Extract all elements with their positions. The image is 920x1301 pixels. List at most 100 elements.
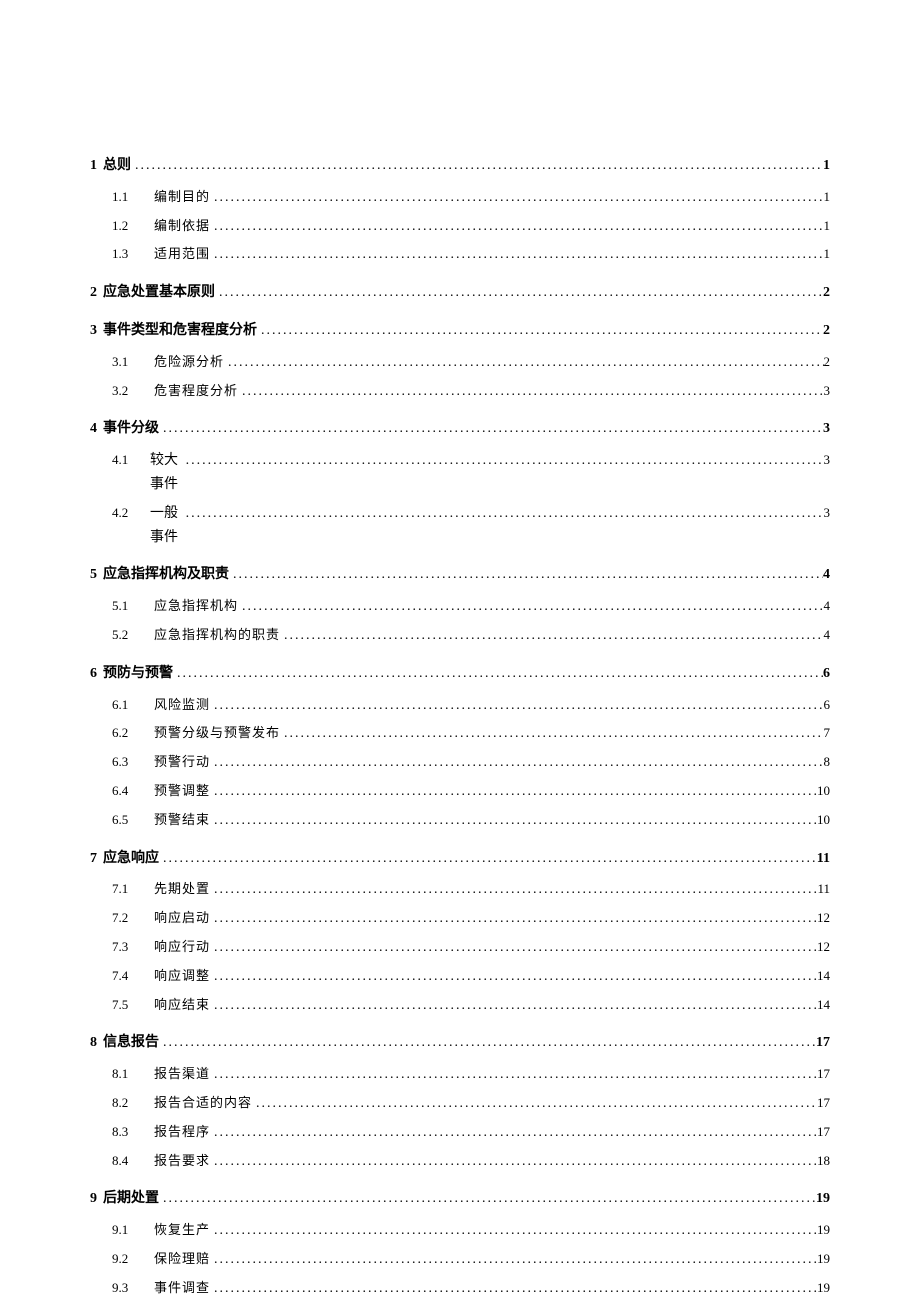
toc-entry[interactable]: 9.2保险理赔19: [90, 1248, 830, 1272]
toc-entry[interactable]: 4.1 较大事件3: [90, 449, 830, 497]
toc-entry[interactable]: 1.1编制目的 1: [90, 186, 830, 210]
toc-entry-number: 3.1: [112, 351, 148, 373]
toc-entry[interactable]: 7.2响应启动12: [90, 907, 830, 931]
toc-entry[interactable]: 6.3预警行动8: [90, 751, 830, 775]
toc-entry[interactable]: 9.1恢复生产19: [90, 1219, 830, 1243]
toc-entry-number: 6.2: [112, 722, 148, 744]
toc-entry-title: 预警结束: [148, 809, 210, 831]
toc-leader-dots: [210, 694, 823, 718]
toc-entry-page: 10: [817, 809, 830, 831]
toc-entry[interactable]: 6.4预警调整10: [90, 780, 830, 804]
toc-leader-dots: [210, 1121, 817, 1145]
toc-entry-number: 7.4: [112, 965, 148, 987]
toc-entry-title: 编制依据: [148, 215, 210, 237]
toc-entry-title: 报告渠道: [148, 1063, 210, 1085]
toc-entry-number: 3: [90, 319, 97, 343]
toc-entry-page: 2: [823, 281, 830, 305]
toc-entry-page: 1: [824, 186, 831, 208]
toc-entry[interactable]: 1总则1: [90, 154, 830, 178]
toc-entry-title: 应急指挥机构: [148, 595, 238, 617]
toc-entry-title: 响应行动: [148, 936, 210, 958]
toc-entry-title: 后期处置: [97, 1187, 159, 1211]
toc-entry[interactable]: 7.5响应结束14: [90, 994, 830, 1018]
toc-entry-number: 8.3: [112, 1121, 148, 1143]
toc-entry[interactable]: 9.3事件调查19: [90, 1277, 830, 1301]
toc-entry[interactable]: 8.2报告合适的内容17: [90, 1092, 830, 1116]
toc-entry[interactable]: 6预防与预警6: [90, 662, 830, 686]
toc-entry[interactable]: 5应急指挥机构及职责4: [90, 563, 830, 587]
toc-entry-title: 应急指挥机构及职责: [97, 563, 229, 587]
toc-entry[interactable]: 4.2 一般事件3: [90, 502, 830, 550]
toc-entry-page: 11: [817, 878, 830, 900]
toc-entry-page: 10: [817, 780, 830, 802]
toc-entry-number: 9.2: [112, 1248, 148, 1270]
toc-entry[interactable]: 7.1先期处置 11: [90, 878, 830, 902]
toc-entry-number: 7: [90, 847, 97, 871]
toc-entry-page: 12: [817, 936, 830, 958]
toc-entry-title: 应急指挥机构的职责: [148, 624, 280, 646]
toc-entry[interactable]: 3事件类型和危害程度分析2: [90, 319, 830, 343]
toc-entry[interactable]: 6.2预警分级与预警发布 7: [90, 722, 830, 746]
toc-leader-dots: [210, 878, 817, 902]
toc-leader-dots: [257, 319, 823, 343]
toc-entry-page: 17: [817, 1063, 830, 1085]
toc-entry-title: 先期处置: [148, 878, 210, 900]
toc-entry-title: 事件类型和危害程度分析: [97, 319, 257, 343]
toc-entry-title: 报告程序: [148, 1121, 210, 1143]
toc-entry[interactable]: 8信息报告17: [90, 1031, 830, 1055]
toc-entry-number: 8.2: [112, 1092, 148, 1114]
toc-entry-number: 5: [90, 563, 97, 587]
toc-entry-number: 8: [90, 1031, 97, 1055]
toc-entry[interactable]: 8.3报告程序 17: [90, 1121, 830, 1145]
toc-entry[interactable]: 3.1危险源分析2: [90, 351, 830, 375]
toc-leader-dots: [210, 965, 817, 989]
toc-entry-title: 总则: [97, 154, 131, 178]
toc-entry-number: 6.1: [112, 694, 148, 716]
toc-entry-number: 1.2: [112, 215, 148, 237]
toc-entry[interactable]: 5.1应急指挥机构4: [90, 595, 830, 619]
toc-entry-number: 1.3: [112, 243, 148, 265]
toc-leader-dots: [210, 809, 817, 833]
toc-entry-title: 编制目的: [148, 186, 210, 208]
toc-entry-title: 适用范围: [148, 243, 210, 265]
toc-leader-dots: [229, 563, 823, 587]
toc-entry[interactable]: 6.1风险监测6: [90, 694, 830, 718]
toc-entry-title: 一般事件: [148, 502, 182, 550]
toc-entry-page: 7: [824, 722, 831, 744]
toc-entry[interactable]: 5.2应急指挥机构的职责4: [90, 624, 830, 648]
toc-entry-page: 19: [817, 1219, 830, 1241]
toc-entry-number: 7.1: [112, 878, 148, 900]
toc-leader-dots: [280, 624, 823, 648]
toc-entry-title: 危险源分析: [148, 351, 224, 373]
toc-leader-dots: [210, 215, 823, 239]
toc-entry[interactable]: 8.4报告要求18: [90, 1150, 830, 1174]
toc-entry-title: 保险理赔: [148, 1248, 210, 1270]
toc-entry[interactable]: 8.1报告渠道17: [90, 1063, 830, 1087]
toc-leader-dots: [182, 502, 824, 526]
toc-entry-title: 预警分级与预警发布: [148, 722, 280, 744]
toc-leader-dots: [238, 595, 823, 619]
toc-leader-dots: [210, 994, 817, 1018]
toc-entry-number: 6.5: [112, 809, 148, 831]
toc-entry-title: 风险监测: [148, 694, 210, 716]
toc-entry[interactable]: 7应急响应11: [90, 847, 830, 871]
toc-entry-page: 17: [817, 1121, 830, 1143]
toc-entry-page: 8: [824, 751, 831, 773]
toc-entry-page: 12: [817, 907, 830, 929]
toc-entry[interactable]: 1.2编制依据1: [90, 215, 830, 239]
toc-entry[interactable]: 3.2危害程度分析3: [90, 380, 830, 404]
toc-entry[interactable]: 1.3适用范围1: [90, 243, 830, 267]
toc-entry[interactable]: 9后期处置19: [90, 1187, 830, 1211]
toc-entry[interactable]: 7.3响应行动 12: [90, 936, 830, 960]
toc-entry-number: 1.1: [112, 186, 148, 208]
toc-entry-number: 2: [90, 281, 97, 305]
toc-entry-number: 7.3: [112, 936, 148, 958]
toc-leader-dots: [159, 417, 823, 441]
toc-entry[interactable]: 2应急处置基本原则2: [90, 281, 830, 305]
toc-entry-page: 14: [817, 994, 830, 1016]
toc-entry[interactable]: 4事件分级3: [90, 417, 830, 441]
toc-entry-title: 危害程度分析: [148, 380, 238, 402]
toc-entry-title: 事件调查: [148, 1277, 210, 1299]
toc-entry[interactable]: 7.4响应调整14: [90, 965, 830, 989]
toc-entry[interactable]: 6.5预警结束 10: [90, 809, 830, 833]
